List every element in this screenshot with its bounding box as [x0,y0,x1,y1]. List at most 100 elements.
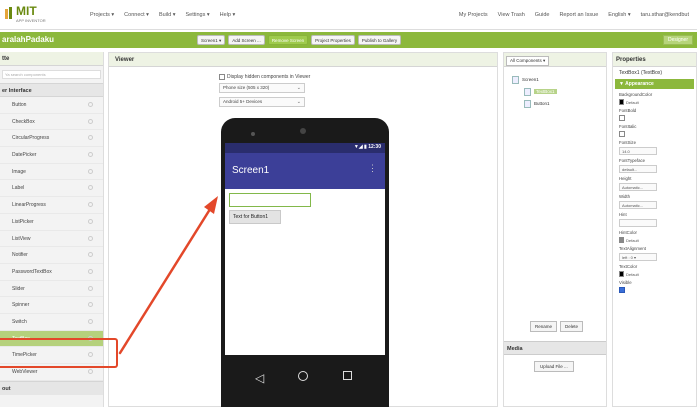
menu-help[interactable]: Help ▾ [220,12,236,18]
palette-item-circularprogress[interactable]: CircularProgress [0,130,103,148]
property-input[interactable] [619,219,657,227]
help-icon[interactable] [88,252,93,258]
link-report-issue[interactable]: Report an Issue [559,12,598,18]
project-properties-button[interactable]: Project Properties [311,35,355,45]
components-panel: All Components ▾ Screen1 TextBox1 Button1 … [503,52,607,407]
help-icon[interactable] [88,168,93,174]
palette-item-button[interactable]: Button [0,97,103,114]
language-menu[interactable]: English ▾ [608,12,630,18]
property-value[interactable]: Default [626,272,639,277]
property-checkbox[interactable] [619,115,625,121]
recents-icon [343,371,352,380]
palette-item-datepicker[interactable]: DatePicker [0,147,103,164]
link-my-projects[interactable]: My Projects [459,12,488,18]
project-toolbar: aralahPadaku Screen1 ▾ Add Screen ... Re… [0,32,697,48]
app-inventor-logo[interactable]: MIT APP INVENTOR [4,4,46,26]
palette-item-listpicker[interactable]: ListPicker [0,214,103,231]
user-account[interactable]: taru.sthar@kendbut [641,12,689,18]
property-visible: Visible [613,277,696,293]
tree-node-label: TextBox1 [534,89,557,94]
property-fontbold: FontBold [613,105,696,121]
property-textcolor: TextColor Default [613,261,696,277]
link-view-trash[interactable]: View Trash [498,12,525,18]
property-input[interactable]: default... [619,165,657,173]
help-icon[interactable] [88,268,93,274]
project-name: aralahPadaku [2,35,55,44]
color-swatch[interactable] [619,237,624,243]
palette-item-switch[interactable]: Switch [0,314,103,331]
display-hidden-label: Display hidden components in Viewer [227,74,311,80]
help-icon[interactable] [88,302,93,308]
button1-preview[interactable]: Text for Button1 [229,210,281,224]
palette-item-slider[interactable]: Slider [0,281,103,298]
textbox1-preview[interactable] [229,193,311,207]
delete-button[interactable]: Delete [560,321,584,332]
palette-item-linearprogress[interactable]: LinearProgress [0,197,103,214]
help-icon[interactable] [88,185,93,191]
help-icon[interactable] [88,102,93,107]
property-label: HintColor [619,230,637,235]
property-checkbox[interactable] [619,131,625,137]
property-checkbox[interactable] [619,287,625,293]
help-icon[interactable] [88,118,93,124]
help-icon[interactable] [88,218,93,224]
property-input[interactable]: Automatic... [619,201,657,209]
phone-size-select[interactable]: Phone size (505 x 320) ⌄ [219,83,305,93]
upload-file-button[interactable]: Upload File ... [534,361,574,372]
main-menu: Projects ▾ Connect ▾ Build ▾ Settings ▾ … [90,12,235,18]
property-label: Visible [619,280,632,285]
palette-item-label: Spinner [12,302,30,309]
link-guide[interactable]: Guide [535,12,550,18]
property-value[interactable]: Default [626,100,639,105]
color-swatch[interactable] [619,99,624,105]
palette-item-passwordtextbox[interactable]: PasswordTextBox [0,264,103,281]
property-label: TextColor [619,264,638,269]
property-label: FontSize [619,140,636,145]
help-icon[interactable] [88,152,93,158]
screen-title-bar[interactable]: Screen1 ⋮ [225,153,385,189]
menu-projects[interactable]: Projects ▾ [90,12,114,18]
property-hintcolor: HintColor Default [613,227,696,243]
components-dropdown[interactable]: All Components ▾ [506,56,550,66]
home-icon [298,371,308,381]
color-swatch[interactable] [619,271,624,277]
palette-item-image[interactable]: Image [0,164,103,181]
phone-nav-bar: ◁ [225,355,385,407]
selected-component-name: TextBox1 (TextBox) [619,70,663,76]
help-icon[interactable] [88,369,93,374]
component-icon [512,76,519,84]
menu-connect[interactable]: Connect ▾ [124,12,149,18]
help-icon[interactable] [88,235,93,241]
property-value[interactable]: Default [626,238,639,243]
help-icon[interactable] [88,318,93,324]
screen-select-button[interactable]: Screen1 ▾ [197,35,226,45]
logo-mark-icon [5,7,12,19]
publish-gallery-button[interactable]: Publish to Gallery [357,35,402,45]
menu-build[interactable]: Build ▾ [159,12,176,18]
palette-category-layout[interactable]: out [0,380,103,395]
palette-item-checkbox[interactable]: CheckBox [0,114,103,131]
menu-settings[interactable]: Settings ▾ [185,12,209,18]
status-time: ▼◢ ▮ 12:30 [353,144,381,150]
palette-item-label: Button [12,102,27,108]
palette-item-label[interactable]: Label [0,180,103,198]
display-hidden-checkbox[interactable] [219,74,225,80]
remove-screen-button[interactable]: Remove Screen [267,35,309,45]
rename-button[interactable]: Rename [530,321,558,332]
palette-item-spinner[interactable]: Spinner [0,297,103,314]
help-icon[interactable] [88,135,93,141]
property-input[interactable]: Automatic... [619,183,657,191]
android-theme-select[interactable]: Android 5+ Devices ⌄ [219,97,305,107]
palette-item-notifier[interactable]: Notifier [0,247,103,264]
palette-item-listview[interactable]: ListView [0,231,103,248]
help-icon[interactable] [88,285,93,291]
property-input[interactable]: 14.0 [619,147,657,155]
palette-search-input[interactable]: Ya search components [2,70,101,79]
designer-button[interactable]: Designer [662,35,693,45]
screen-canvas[interactable]: Text for Button1 [225,189,385,355]
palette-category-user-interface[interactable]: er Interface [0,83,103,97]
property-input[interactable]: left : 0 ▾ [619,253,657,261]
add-screen-button[interactable]: Add Screen ... [228,35,265,45]
help-icon[interactable] [88,202,93,208]
appearance-section[interactable]: ▼ Appearance [615,79,694,89]
